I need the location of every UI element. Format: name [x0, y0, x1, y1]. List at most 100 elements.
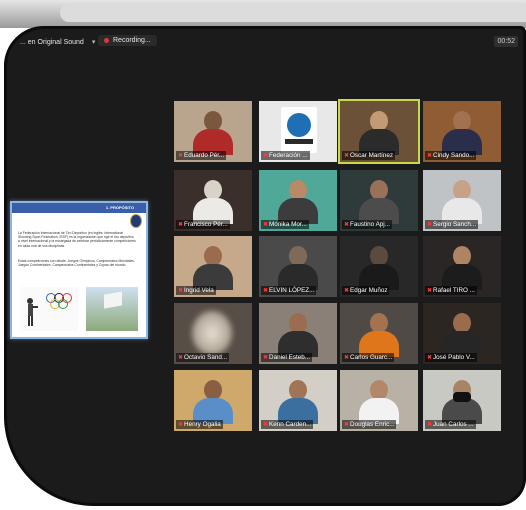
- participant-tile[interactable]: ✖Carlos Guarc...: [340, 303, 418, 364]
- mic-muted-icon: ✖: [178, 422, 184, 428]
- participant-name-text: Edgar Muñoz: [350, 287, 388, 294]
- mic-muted-icon: ✖: [344, 153, 350, 159]
- mic-muted-icon: ✖: [178, 153, 184, 159]
- chevron-down-icon[interactable]: ▾: [92, 39, 96, 46]
- participant-name: ✖Douglas Enric...: [342, 420, 397, 429]
- participant-name: ✖Henry Ogalia: [176, 420, 223, 429]
- participant-figure: [278, 380, 318, 424]
- participant-tile[interactable]: ✖Henry Ogalia: [174, 370, 252, 431]
- participant-name-text: ELVIN LÓPEZ...: [269, 287, 315, 294]
- participant-name: ✖Faustino Apj...: [342, 220, 392, 229]
- mic-muted-icon: ✖: [263, 355, 269, 361]
- meeting-clock: 00:52: [494, 36, 518, 47]
- mic-muted-icon: ✖: [344, 222, 350, 228]
- participant-name: ✖Edgar Muñoz: [342, 286, 390, 295]
- participant-name-text: Federación ...: [269, 152, 308, 159]
- mic-muted-icon: ✖: [427, 422, 433, 428]
- participant-name-text: Rafael TIRO ...: [433, 287, 475, 294]
- participant-name: ✖Eduardo Pér...: [176, 151, 227, 160]
- participant-name: ✖Juan Carlos ...: [425, 420, 476, 429]
- participant-name: ✖Octavio Sand...: [176, 353, 230, 362]
- mic-muted-icon: ✖: [344, 422, 350, 428]
- participant-name: ✖Daniel Esteb...: [261, 353, 312, 362]
- mic-muted-icon: ✖: [427, 288, 433, 294]
- participant-tile[interactable]: ✖Rafael TIRO ...: [423, 236, 501, 297]
- participant-tile[interactable]: ✖Faustino Apj...: [340, 170, 418, 231]
- participant-name-text: Octavio Sand...: [184, 354, 228, 361]
- participant-figure: [442, 313, 482, 357]
- participant-name-text: Mónika Mor...: [269, 221, 307, 228]
- participant-figure: [442, 111, 482, 155]
- shooter-icon: [27, 298, 38, 326]
- mic-muted-icon: ✖: [263, 288, 269, 294]
- issf-logo-icon: [130, 214, 142, 228]
- recording-indicator[interactable]: Recording...: [98, 35, 157, 46]
- participant-name-text: Oscar Martínez: [350, 152, 394, 159]
- mic-muted-icon: ✖: [427, 222, 433, 228]
- meeting-toolbar: ... en Original Sound ▾ Recording... 00:5…: [4, 26, 526, 60]
- mic-muted-icon: ✖: [263, 222, 269, 228]
- shared-screen-thumbnail[interactable]: 1. PROPÓSITO La Federación Internacional…: [10, 201, 148, 339]
- record-icon: [104, 37, 109, 43]
- participant-tile[interactable]: ✖Juan Carlos ...: [423, 370, 501, 431]
- participant-tile[interactable]: ✖Daniel Esteb...: [259, 303, 337, 364]
- participant-name-text: Ingrid Vela: [184, 287, 214, 294]
- participant-name-text: Sergio Sanch...: [433, 221, 477, 228]
- participant-name-text: Juan Carlos ...: [433, 421, 474, 428]
- slide-header: 1. PROPÓSITO: [12, 203, 146, 213]
- mic-muted-icon: ✖: [344, 288, 350, 294]
- mic-muted-icon: ✖: [178, 222, 184, 228]
- participant-name-text: Francisco Pér...: [184, 221, 228, 228]
- participant-tile[interactable]: ✖Mónika Mor...: [259, 170, 337, 231]
- participant-figure: [359, 180, 399, 224]
- participant-name: ✖Ingrid Vela: [176, 286, 216, 295]
- recording-label: Recording...: [113, 37, 151, 44]
- mic-muted-icon: ✖: [427, 153, 433, 159]
- mic-muted-icon: ✖: [178, 355, 184, 361]
- participant-name-text: Carlos Guarc...: [350, 354, 393, 361]
- participant-name: ✖Sergio Sanch...: [425, 220, 479, 229]
- participant-tile[interactable]: ✖José Pablo V...: [423, 303, 501, 364]
- participant-name-text: Cindy Sando...: [433, 152, 475, 159]
- participant-name: ✖Federación ...: [261, 151, 310, 160]
- blurred-video: [192, 311, 232, 355]
- participant-tile[interactable]: ✖Ingrid Vela: [174, 236, 252, 297]
- participant-name: ✖José Pablo V...: [425, 353, 477, 362]
- participant-figure: [193, 380, 233, 424]
- participant-name-text: Daniel Esteb...: [269, 354, 310, 361]
- participant-tile[interactable]: ✖Federación ...: [259, 101, 337, 162]
- participant-name-text: Henry Ogalia: [184, 421, 221, 428]
- participant-tile[interactable]: ✖Eduardo Pér...: [174, 101, 252, 162]
- participant-tile[interactable]: ✖Octavio Sand...: [174, 303, 252, 364]
- participant-tile[interactable]: ✖Francisco Pér...: [174, 170, 252, 231]
- participant-tile[interactable]: ✖Cindy Sando...: [423, 101, 501, 162]
- participant-name: ✖Kenn Carden...: [261, 420, 314, 429]
- window-top-bar-highlight: [60, 4, 526, 22]
- federation-logo-icon: [281, 107, 317, 153]
- participant-name: ✖Oscar Martínez: [342, 151, 396, 160]
- olympic-shooter-image: [20, 287, 78, 331]
- participant-tile[interactable]: ✖Edgar Muñoz: [340, 236, 418, 297]
- participant-figure: [359, 111, 399, 155]
- participant-tile[interactable]: ✖Sergio Sanch...: [423, 170, 501, 231]
- meeting-window: ... en Original Sound ▾ Recording... 00:5…: [4, 26, 526, 506]
- participant-figure: [278, 313, 318, 357]
- participant-tile[interactable]: ✖ELVIN LÓPEZ...: [259, 236, 337, 297]
- participant-name: ✖Francisco Pér...: [176, 220, 230, 229]
- participant-name: ✖Mónika Mor...: [261, 220, 309, 229]
- participant-name-text: José Pablo V...: [433, 354, 475, 361]
- participant-name-text: Douglas Enric...: [350, 421, 395, 428]
- participant-figure: [359, 380, 399, 424]
- participant-figure: [193, 246, 233, 290]
- participant-name: ✖ELVIN LÓPEZ...: [261, 286, 317, 295]
- original-sound-toggle[interactable]: ... en Original Sound ▾: [20, 38, 95, 46]
- participant-tile[interactable]: ✖Douglas Enric...: [340, 370, 418, 431]
- participant-name: ✖Carlos Guarc...: [342, 353, 395, 362]
- face-mask: [453, 392, 471, 402]
- window-top-bar: [0, 0, 526, 28]
- participant-tile[interactable]: ✖Oscar Martínez: [340, 101, 418, 162]
- flag-icon: [104, 291, 122, 309]
- participant-tile[interactable]: ✖Kenn Carden...: [259, 370, 337, 431]
- participant-name: ✖Cindy Sando...: [425, 151, 477, 160]
- participant-figure: [442, 380, 482, 424]
